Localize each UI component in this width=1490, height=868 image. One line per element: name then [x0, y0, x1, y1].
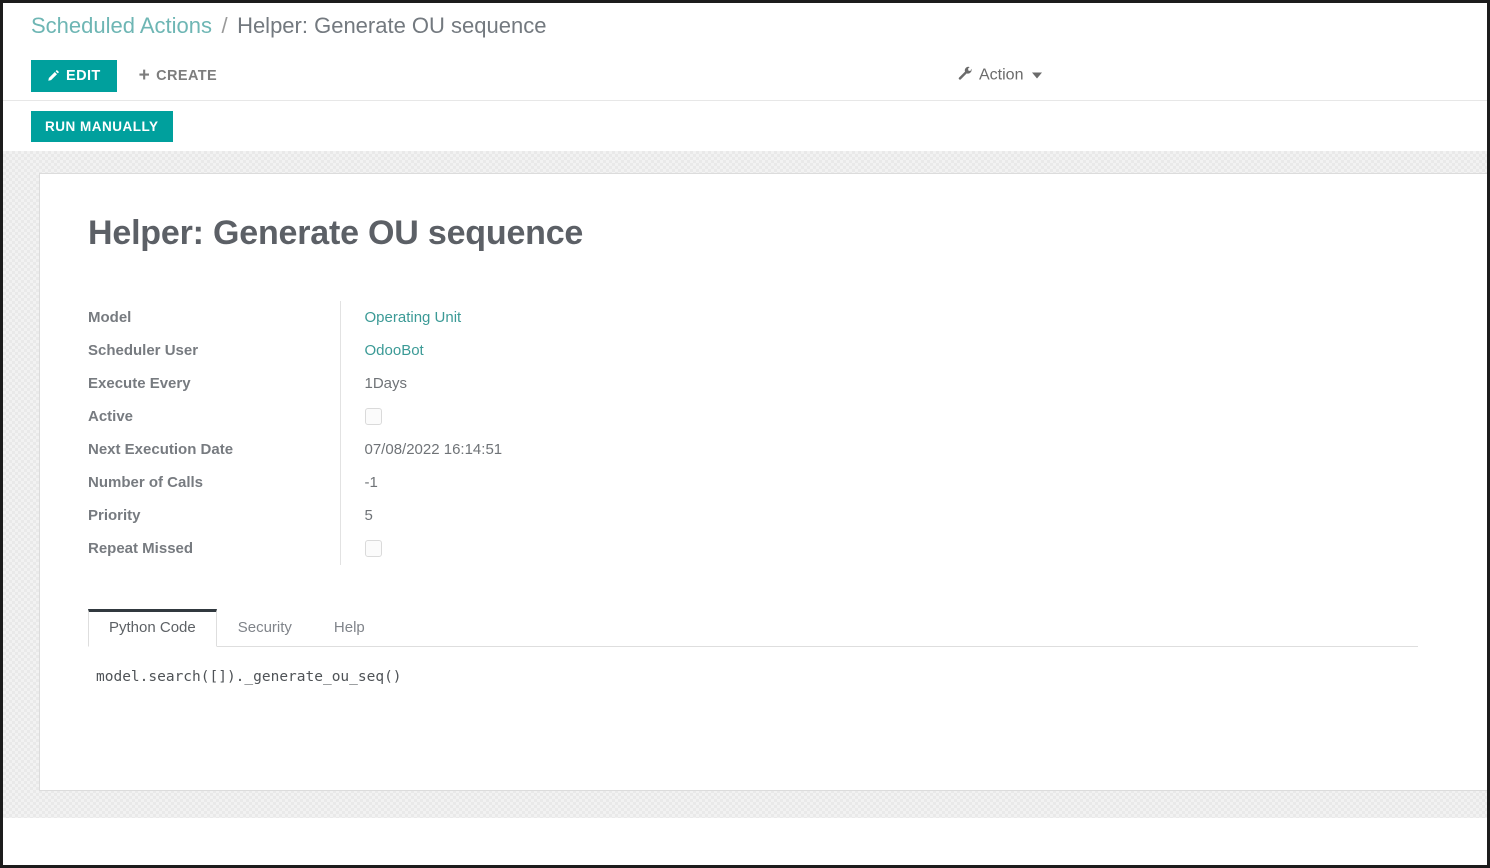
field-row: Number of Calls -1	[88, 466, 670, 499]
field-value-link[interactable]: OdooBot	[365, 342, 424, 359]
field-row: Active	[88, 400, 670, 433]
field-label: Scheduler User	[88, 342, 199, 359]
checkbox-input[interactable]	[364, 540, 382, 558]
edit-button[interactable]: EDIT	[31, 59, 117, 92]
field-row: Scheduler User OdooBot	[88, 334, 670, 367]
field-label: Repeat Missed	[88, 540, 194, 557]
field-value: Operating Unit	[339, 301, 670, 334]
tab-help[interactable]: Help	[313, 609, 386, 647]
tab-python-code[interactable]: Python Code	[88, 609, 217, 647]
python-code-content[interactable]: model.search([])._generate_ou_seq()	[88, 647, 1418, 685]
control-panel: EDIT + CREATE Action RUN MANUALLY	[3, 51, 1487, 151]
create-button-label: CREATE	[156, 67, 218, 84]
pencil-icon	[47, 69, 60, 82]
field-value: OdooBot	[339, 334, 670, 367]
control-panel-row-primary: EDIT + CREATE Action	[3, 51, 1487, 101]
field-value	[339, 532, 670, 565]
tab-security[interactable]: Security	[217, 609, 313, 647]
field-value-link[interactable]: Operating Unit	[365, 309, 462, 326]
field-value: 1Days	[339, 367, 670, 400]
notebook-tab-bar: Python Code Security Help	[88, 605, 1418, 647]
page-title: Helper: Generate OU sequence	[88, 214, 584, 252]
field-label: Next Execution Date	[88, 441, 234, 458]
run-manually-button[interactable]: RUN MANUALLY	[31, 110, 173, 142]
field-label: Execute Every	[88, 375, 191, 392]
breadcrumb-root-link[interactable]: Scheduled Actions	[31, 13, 212, 38]
field-label: Active	[88, 408, 134, 425]
field-value: -1	[339, 466, 670, 499]
field-table-body: Model Operating Unit Scheduler User OdooBot…	[88, 301, 670, 565]
field-value	[339, 400, 670, 433]
field-table: Model Operating Unit Scheduler User OdooBot…	[88, 301, 670, 565]
chevron-down-icon	[1032, 72, 1043, 79]
create-button[interactable]: + CREATE	[127, 59, 229, 92]
field-row: Priority 5	[88, 499, 670, 532]
notebook: Python Code Security Help model.search([])…	[88, 605, 1418, 685]
field-label: Model	[88, 309, 132, 326]
odoo-scheduled-action-form: Scheduled Actions / Helper: Generate OU …	[0, 0, 1490, 868]
field-value-text: 07/08/2022 16:14:51	[364, 441, 503, 458]
field-label: Number of Calls	[88, 474, 204, 491]
field-value: 5	[339, 499, 670, 532]
breadcrumb-current: Helper: Generate OU sequence	[237, 13, 547, 38]
field-row: Next Execution Date 07/08/2022 16:14:51	[88, 433, 670, 466]
field-row: Repeat Missed	[88, 532, 670, 565]
wrench-icon	[958, 66, 973, 85]
field-value-text: 1Days	[364, 375, 408, 392]
breadcrumb-separator: /	[221, 13, 228, 38]
control-panel-row-buttons: RUN MANUALLY	[3, 101, 1487, 151]
form-page-background: Helper: Generate OU sequence Model Operat…	[3, 151, 1487, 818]
field-row: Model Operating Unit	[88, 301, 670, 334]
form-sheet: Helper: Generate OU sequence Model Operat…	[39, 173, 1487, 791]
action-dropdown[interactable]: Action	[958, 66, 1043, 85]
edit-button-label: EDIT	[66, 67, 101, 84]
field-label: Priority	[88, 507, 141, 524]
field-row: Execute Every 1Days	[88, 367, 670, 400]
action-dropdown-label: Action	[979, 66, 1024, 84]
field-value-text: -1	[364, 474, 378, 491]
field-value-text: 5	[364, 507, 373, 524]
plus-icon: +	[138, 64, 151, 86]
field-value: 07/08/2022 16:14:51	[339, 433, 670, 466]
checkbox-input[interactable]	[364, 408, 382, 426]
breadcrumb: Scheduled Actions / Helper: Generate OU …	[3, 3, 1487, 51]
run-manually-label: RUN MANUALLY	[45, 118, 159, 134]
